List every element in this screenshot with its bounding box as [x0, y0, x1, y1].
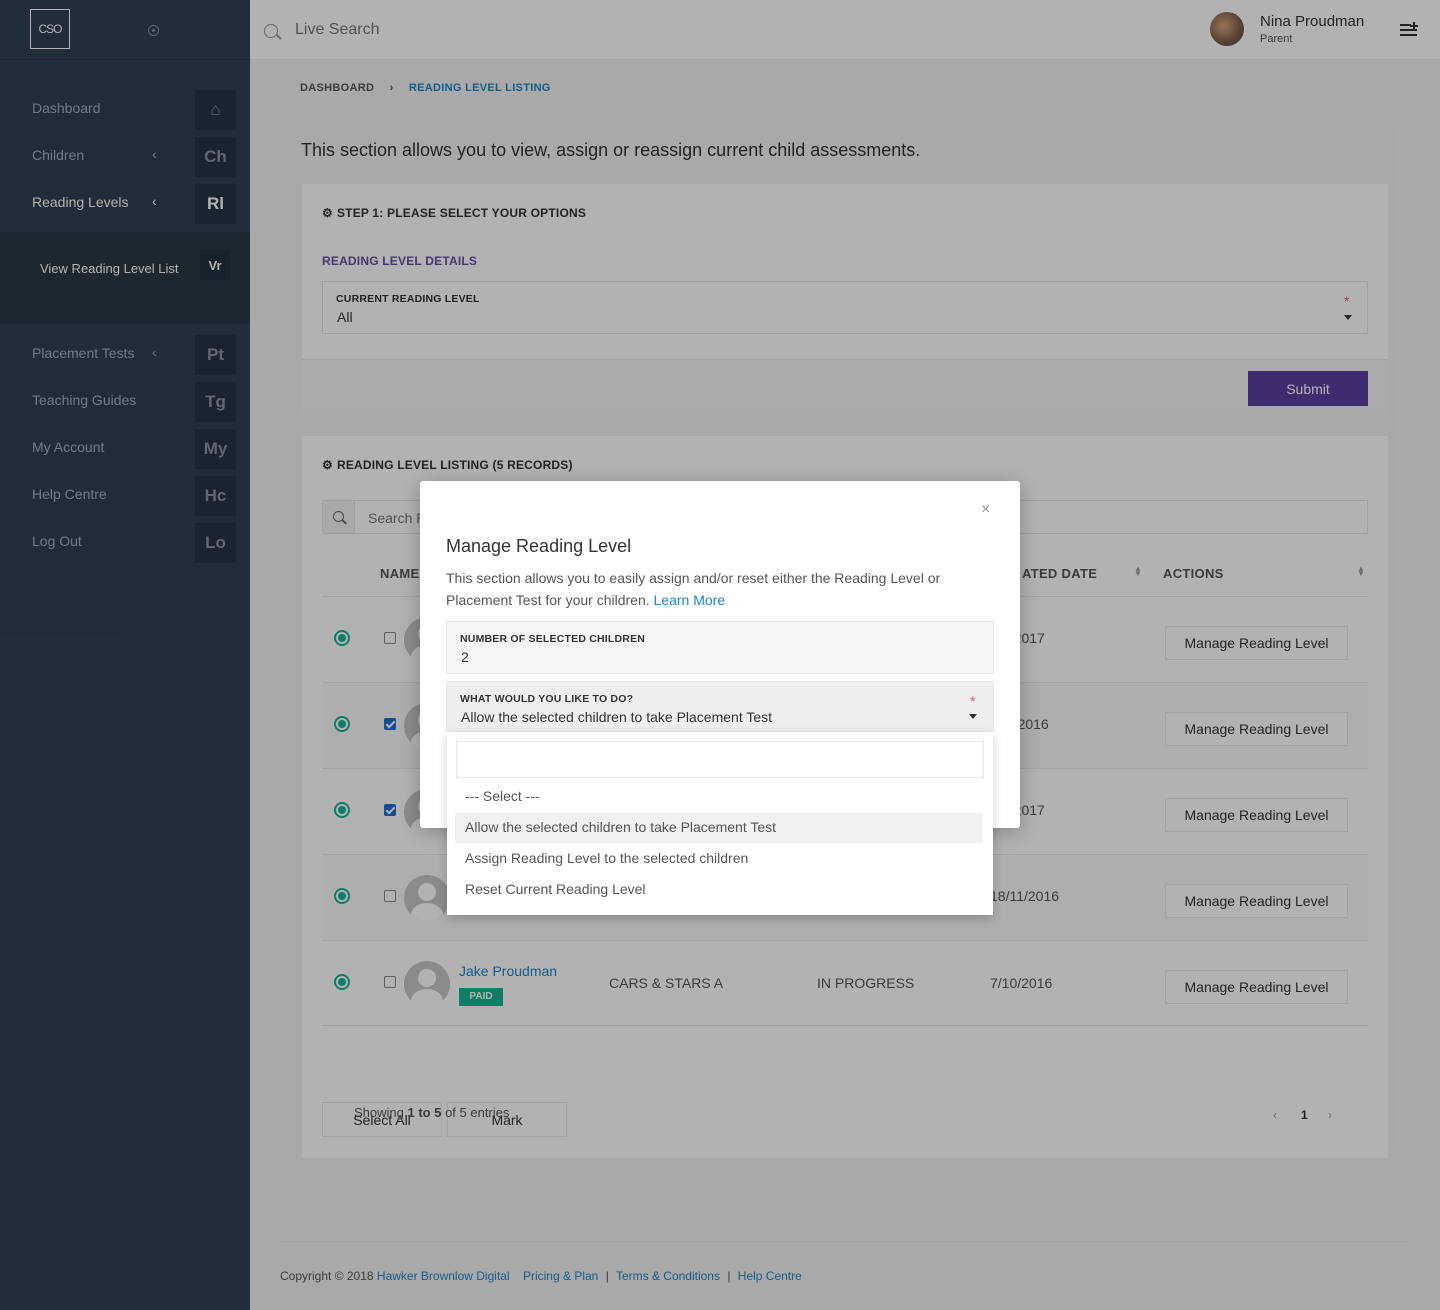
- dropdown-option[interactable]: Allow the selected children to take Plac…: [455, 813, 982, 843]
- dropdown-option[interactable]: Assign Reading Level to the selected chi…: [455, 844, 982, 874]
- field-label: WHAT WOULD YOU LIKE TO DO?: [460, 693, 634, 705]
- action-select[interactable]: WHAT WOULD YOU LIKE TO DO? Allow the sel…: [446, 681, 994, 732]
- field-value: 2: [461, 649, 469, 665]
- caret-down-icon: [969, 714, 977, 719]
- field-value: Allow the selected children to take Plac…: [461, 709, 773, 725]
- dropdown-search-input[interactable]: [456, 741, 984, 778]
- dropdown-option[interactable]: --- Select ---: [455, 782, 982, 812]
- dropdown-option[interactable]: Reset Current Reading Level: [455, 875, 982, 905]
- action-dropdown: --- Select --- Allow the selected childr…: [447, 732, 993, 915]
- close-icon[interactable]: ×: [981, 501, 990, 519]
- modal-description: This section allows you to easily assign…: [446, 567, 986, 611]
- field-label: NUMBER OF SELECTED CHILDREN: [460, 633, 646, 645]
- modal-title: Manage Reading Level: [446, 536, 632, 556]
- required-asterisk: *: [970, 693, 976, 709]
- selected-children-count-field: NUMBER OF SELECTED CHILDREN 2: [446, 621, 994, 674]
- learn-more-link[interactable]: Learn More: [654, 592, 726, 608]
